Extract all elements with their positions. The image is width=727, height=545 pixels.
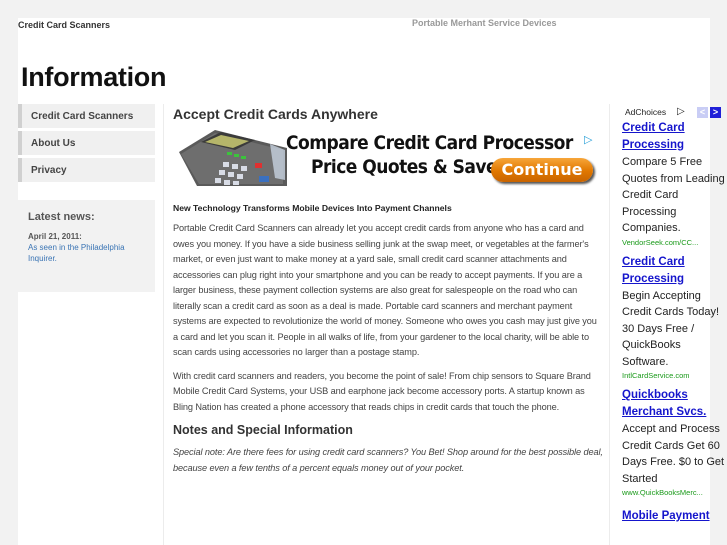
banner-headline: Compare Credit Card Processor — [286, 132, 573, 154]
ad-title-link[interactable]: Mobile Payment — [622, 508, 727, 525]
ad-unit: Mobile Payment — [622, 508, 727, 525]
site-title[interactable]: Credit Card Scanners — [18, 20, 110, 30]
sidebar-item-credit-card-scanners[interactable]: Credit Card Scanners — [18, 104, 155, 128]
ad-description: Compare 5 Free Quotes from Leading Credi… — [622, 156, 725, 234]
ad-title-link[interactable]: Credit Card Processing — [622, 254, 727, 288]
page-container: Credit Card Scanners Portable Merhant Se… — [18, 18, 725, 545]
adchoices-bar: AdChoices ▷ < > — [622, 106, 727, 120]
adchoices-label[interactable]: AdChoices — [625, 107, 666, 117]
ad-description: Begin Accepting Credit Cards Today! 30 D… — [622, 289, 720, 368]
ad-url[interactable]: IntlCardService.com — [622, 370, 727, 381]
sidebar-item-privacy[interactable]: Privacy — [18, 158, 155, 182]
ad-prev-button[interactable]: < — [697, 107, 708, 118]
site-tagline: Portable Merhant Service Devices — [412, 18, 557, 28]
ad-description: Accept and Process Credit Cards Get 60 D… — [622, 423, 725, 485]
main-content: Accept Credit Cards Anywhere Compare Cre… — [173, 104, 603, 476]
ad-unit: Credit Card Processing Compare 5 Free Qu… — [622, 120, 727, 248]
banner-ad[interactable]: Compare Credit Card Processor Price Quot… — [173, 128, 599, 190]
article-paragraph: Portable Credit Card Scanners can alread… — [173, 223, 597, 357]
ad-unit: Credit Card Processing Begin Accepting C… — [622, 254, 727, 382]
news-heading: Latest news: — [28, 211, 95, 223]
ad-url[interactable]: VendorSeek.com/CC... — [622, 237, 727, 248]
ad-title-link[interactable]: Quickbooks Merchant Svcs. — [622, 387, 727, 421]
ad-column: AdChoices ▷ < > Credit Card Processing C… — [622, 106, 727, 531]
adchoices-triangle-icon[interactable]: ▷ — [584, 133, 592, 146]
article-paragraph: With credit card scanners and readers, y… — [173, 370, 591, 412]
page-heading: Information — [21, 62, 167, 92]
latest-news-box: Latest news: April 21, 2011: As seen in … — [18, 200, 155, 292]
ad-unit: Quickbooks Merchant Svcs. Accept and Pro… — [622, 387, 727, 498]
continue-button[interactable]: Continue — [491, 158, 593, 182]
special-note: Special note: Are there fees for using c… — [173, 447, 603, 473]
article-title: Accept Credit Cards Anywhere — [173, 106, 378, 122]
news-link[interactable]: As seen in the Philadelphia Inquirer. — [28, 242, 145, 264]
ad-next-button[interactable]: > — [710, 107, 721, 118]
adchoices-icon[interactable]: ▷ — [677, 106, 685, 117]
ad-title-link[interactable]: Credit Card Processing — [622, 120, 727, 154]
article-subtitle: New Technology Transforms Mobile Devices… — [173, 203, 452, 213]
banner-subheadline: Price Quotes & Save! — [311, 156, 505, 178]
card-terminal-icon — [179, 130, 287, 186]
news-date: April 21, 2011: — [28, 232, 82, 241]
sidebar-item-about-us[interactable]: About Us — [18, 131, 155, 155]
column-divider — [163, 104, 164, 545]
sidebar: Credit Card Scanners About Us Privacy La… — [18, 104, 155, 292]
column-divider — [609, 104, 610, 545]
section-title: Notes and Special Information — [173, 423, 353, 437]
ad-url[interactable]: www.QuickBooksMerc... — [622, 487, 727, 498]
